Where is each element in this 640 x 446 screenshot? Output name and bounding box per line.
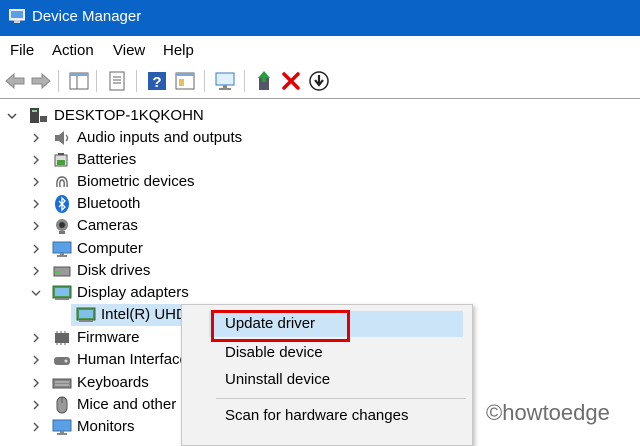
tree-item-label: Biometric devices [77,173,195,190]
chevron-right-icon[interactable] [30,377,42,389]
tree-item-cameras[interactable]: Cameras [0,215,640,237]
uninstall-icon[interactable] [280,70,302,92]
window-title: Device Manager [32,8,142,25]
keyboard-icon [52,378,72,389]
display-adapter-icon [52,285,72,300]
chevron-down-icon[interactable] [30,287,42,299]
chevron-right-icon[interactable] [30,265,42,277]
console-tree-icon[interactable] [174,70,196,92]
device-manager-icon [9,9,25,23]
tree-item-label: Computer [77,240,143,257]
tree-item-batteries[interactable]: Batteries [0,149,640,171]
menu-item-uninstall-device[interactable]: Uninstall device [182,367,472,393]
speaker-icon [55,131,69,145]
properties-panel-icon[interactable] [68,70,90,92]
tree-root[interactable]: DESKTOP-1KQKOHN [0,105,640,127]
menu-item-label: Scan for hardware changes [225,407,409,424]
tree-item-label: Bluetooth [77,195,141,212]
properties-sheet-icon[interactable] [106,70,128,92]
svg-text:?: ? [152,74,161,91]
menu-view[interactable]: View [113,42,145,59]
camera-icon [56,219,68,234]
tree-item-label: Cameras [77,217,138,234]
disk-icon [53,266,71,277]
toolbar-separator [58,70,59,92]
tree-item-label: Keyboards [77,374,149,391]
chip-icon [55,331,69,345]
menu-item-disable-device[interactable]: Disable device [182,340,472,366]
tree-item-label: Disk drives [77,262,151,279]
display-adapter-icon [76,307,96,322]
tree-item-label: Firmware [77,329,140,346]
chevron-right-icon[interactable] [30,399,42,411]
menu-file[interactable]: File [10,42,34,59]
chevron-right-icon[interactable] [30,198,42,210]
toolbar-separator [96,70,97,92]
chevron-right-icon[interactable] [30,132,42,144]
computer-display-icon[interactable] [214,70,236,92]
tree-item-label: Monitors [77,418,135,435]
desktop-computer-icon [30,108,47,123]
tree-item-disk-drives[interactable]: Disk drives [0,260,640,282]
chevron-right-icon[interactable] [30,354,42,366]
hid-icon [54,357,70,365]
menu-item-scan-hardware[interactable]: Scan for hardware changes [182,403,472,429]
chevron-right-icon[interactable] [30,243,42,255]
tree-item-audio[interactable]: Audio inputs and outputs [0,127,640,149]
bluetooth-icon [55,195,69,213]
chevron-right-icon[interactable] [30,220,42,232]
help-icon[interactable]: ? [146,70,168,92]
tree-item-bluetooth[interactable]: Bluetooth [0,193,640,215]
toolbar-separator [244,70,245,92]
forward-icon[interactable] [30,70,52,92]
menu-bar [0,36,640,64]
tree-root-label: DESKTOP-1KQKOHN [54,107,204,124]
tree-item-label: Human Interface [77,351,188,368]
title-bar: Device Manager [0,0,640,36]
monitor-icon [52,419,72,435]
menu-item-label: Disable device [225,344,323,361]
monitor-icon [52,241,72,257]
back-icon[interactable] [4,70,26,92]
battery-icon [54,153,68,167]
menu-item-label: Uninstall device [225,371,331,388]
callout-highlight-box [211,310,350,342]
menu-action[interactable]: Action [52,42,94,59]
scan-hardware-icon[interactable] [308,70,330,92]
tree-item-label: Mice and other p [77,396,189,413]
toolbar-separator [136,70,137,92]
watermark: ©howtoedge [486,400,610,425]
tree-item-label: Intel(R) UHD [101,306,187,323]
chevron-down-icon[interactable] [6,110,18,122]
tree-item-display-adapters[interactable]: Display adapters [0,282,640,304]
fingerprint-icon [56,176,68,188]
tree-item-label: Audio inputs and outputs [77,129,243,146]
tree-top-border [0,98,640,99]
mouse-icon [56,396,68,414]
update-driver-icon[interactable] [254,70,276,92]
chevron-right-icon[interactable] [30,332,42,344]
toolbar-separator [204,70,205,92]
tree-item-biometric[interactable]: Biometric devices [0,171,640,193]
chevron-right-icon[interactable] [30,154,42,166]
menu-help[interactable]: Help [163,42,194,59]
tree-item-label: Batteries [77,151,137,168]
chevron-right-icon[interactable] [30,421,42,433]
tree-item-label: Display adapters [77,284,189,301]
chevron-right-icon[interactable] [30,176,42,188]
menu-separator [216,398,466,399]
tree-item-computer[interactable]: Computer [0,238,640,260]
